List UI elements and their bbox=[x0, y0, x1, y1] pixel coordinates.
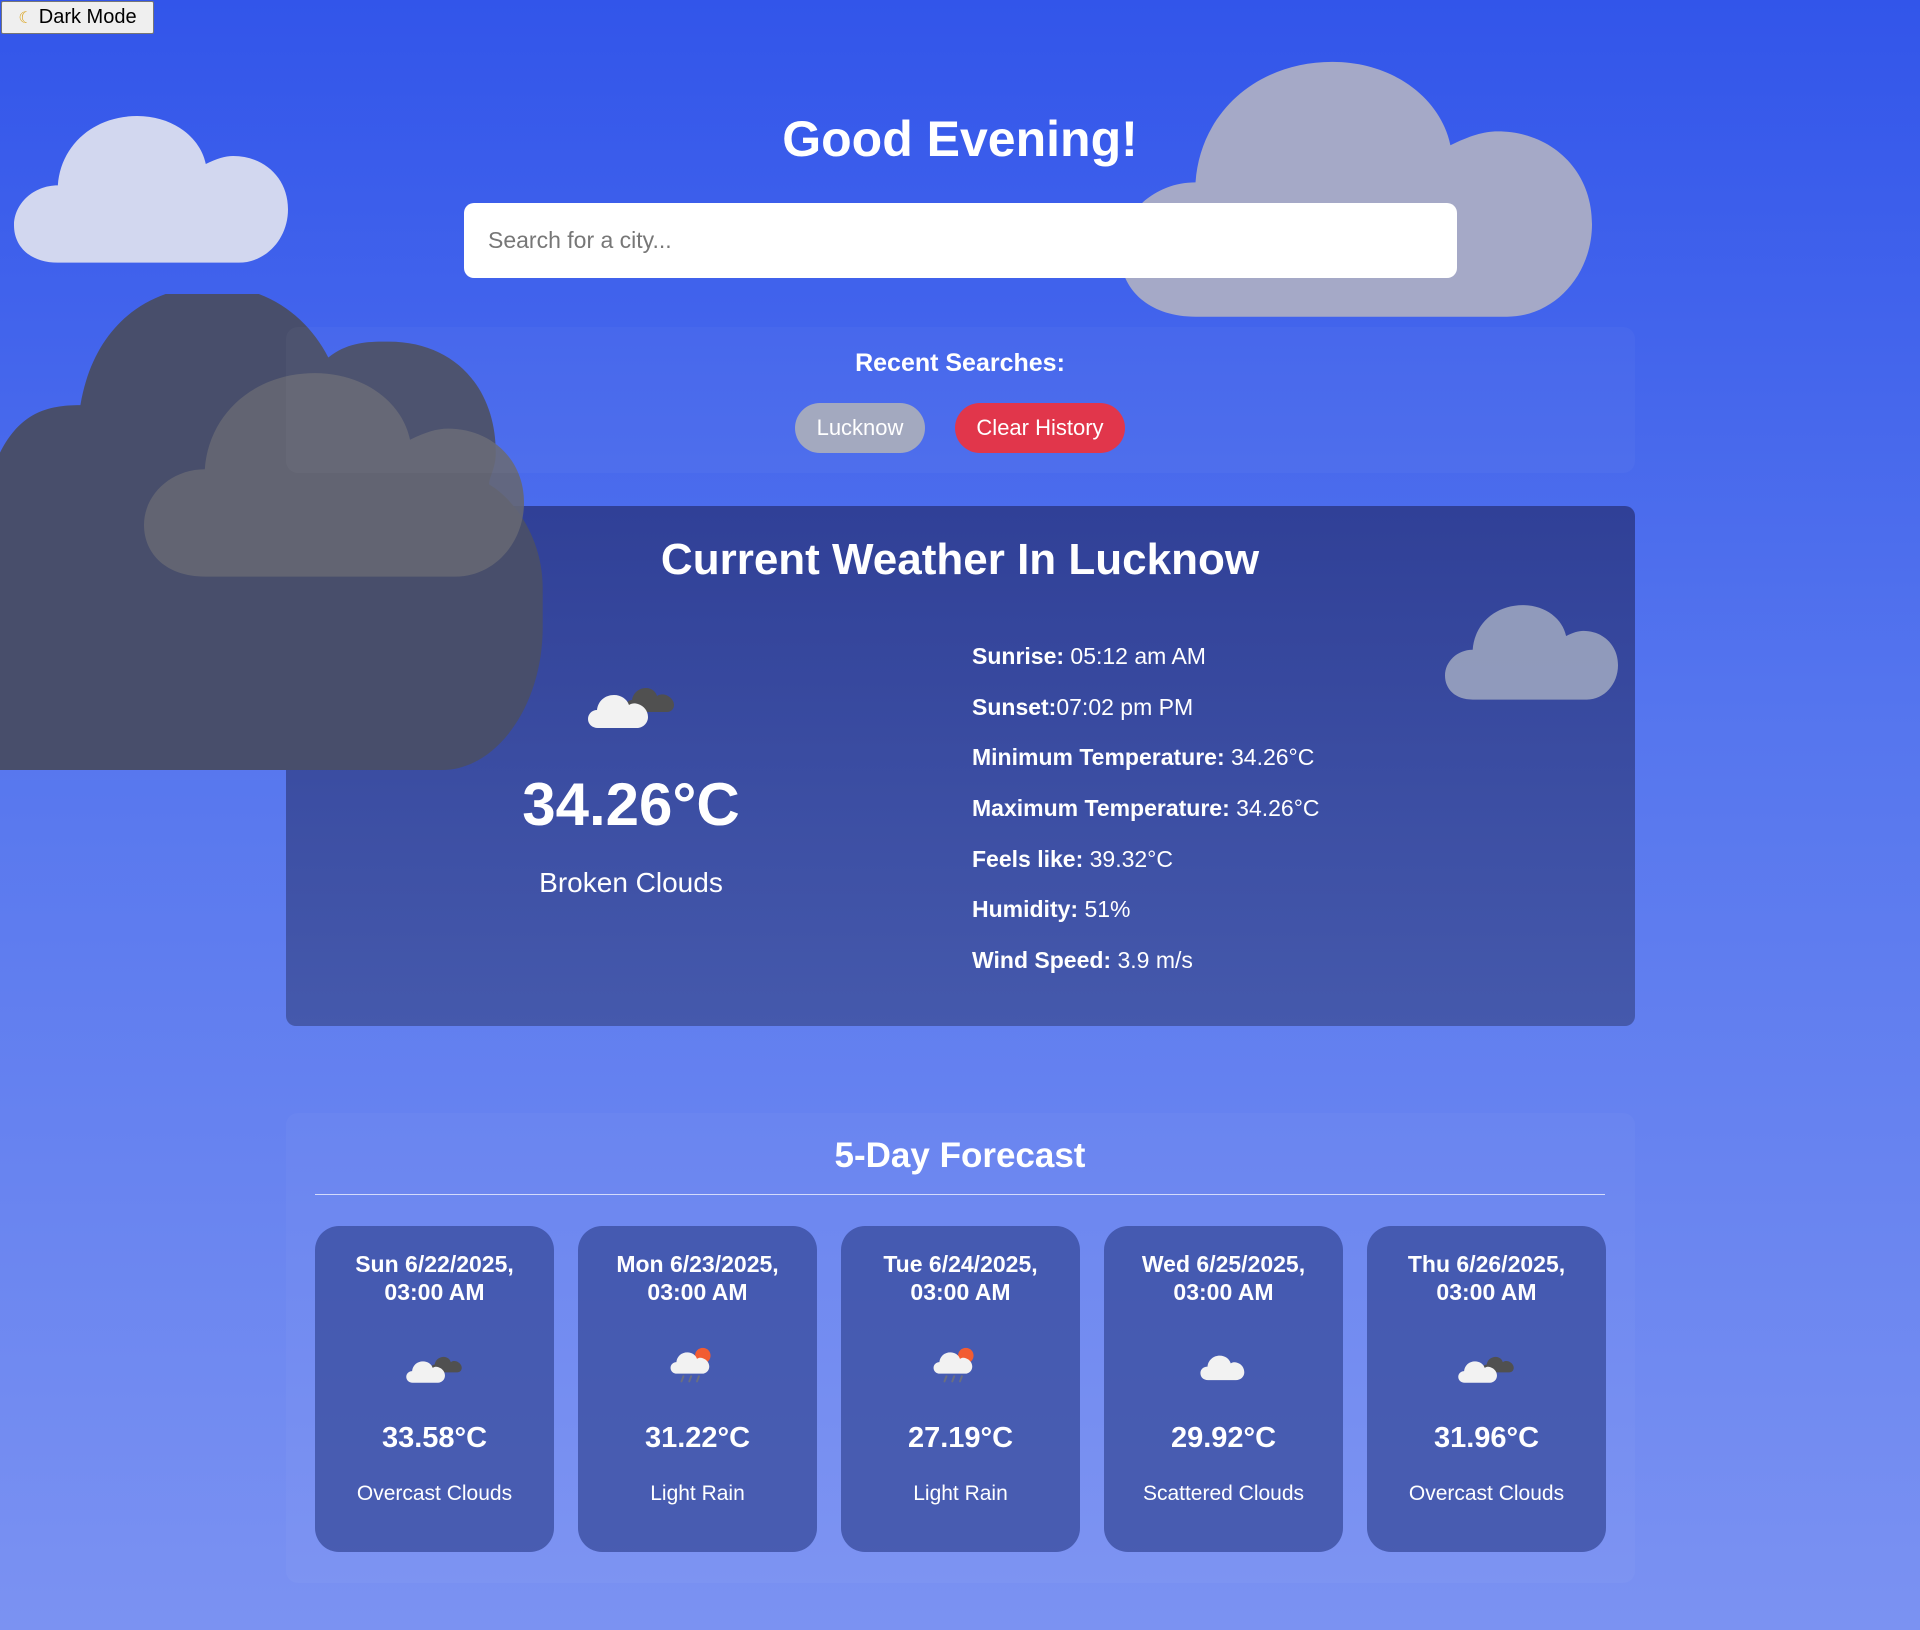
dark-mode-button[interactable]: ☾ Dark Mode bbox=[1, 1, 154, 34]
forecast-card: Sun 6/22/2025, 03:00 AM 33.58°C Overcast… bbox=[315, 1226, 554, 1552]
detail-label: Minimum Temperature: bbox=[972, 744, 1225, 771]
forecast-card: Wed 6/25/2025, 03:00 AM 29.92°C Scattere… bbox=[1104, 1226, 1343, 1552]
forecast-date: Wed 6/25/2025, 03:00 AM bbox=[1141, 1251, 1306, 1305]
overcast-clouds-icon bbox=[406, 1344, 462, 1384]
light-rain-icon bbox=[932, 1344, 988, 1384]
forecast-temperature: 31.22°C bbox=[644, 1422, 751, 1454]
broken-clouds-icon bbox=[588, 668, 674, 730]
detail-sunset: Sunset:07:02 pm PM bbox=[972, 691, 1320, 742]
detail-value: 34.26°C bbox=[1224, 744, 1315, 771]
forecast-date: Sun 6/22/2025, 03:00 AM bbox=[355, 1251, 514, 1305]
forecast-temperature: 31.96°C bbox=[1433, 1422, 1540, 1454]
forecast-title: 5-Day Forecast bbox=[834, 1136, 1086, 1175]
detail-feels-like: Feels like: 39.32°C bbox=[972, 843, 1320, 894]
dark-mode-label: Dark Mode bbox=[38, 6, 137, 28]
detail-sunrise: Sunrise: 05:12 am AM bbox=[972, 640, 1320, 691]
detail-wind-speed: Wind Speed: 3.9 m/s bbox=[972, 944, 1320, 995]
detail-label: Feels like: bbox=[972, 845, 1084, 872]
detail-label: Sunrise: bbox=[972, 643, 1065, 669]
forecast-description: Light Rain bbox=[650, 1482, 745, 1505]
light-rain-icon bbox=[669, 1344, 725, 1384]
detail-label: Maximum Temperature: bbox=[972, 795, 1230, 822]
detail-value: 51% bbox=[1078, 896, 1131, 923]
forecast-temperature: 27.19°C bbox=[907, 1422, 1014, 1454]
clear-history-button[interactable]: Clear History bbox=[955, 403, 1125, 453]
forecast-card: Thu 6/26/2025, 03:00 AM 31.96°C Overcast… bbox=[1367, 1226, 1606, 1552]
forecast-card: Tue 6/24/2025, 03:00 AM 27.19°C Light Ra… bbox=[841, 1226, 1080, 1552]
forecast-divider bbox=[315, 1194, 1605, 1195]
forecast-description: Overcast Clouds bbox=[356, 1482, 513, 1505]
detail-value: 34.26°C bbox=[1229, 795, 1320, 822]
forecast-temperature: 33.58°C bbox=[381, 1422, 488, 1454]
recent-searches-title: Recent Searches: bbox=[855, 349, 1065, 377]
forecast-list: Sun 6/22/2025, 03:00 AM 33.58°C Overcast… bbox=[315, 1226, 1606, 1552]
current-description: Broken Clouds bbox=[539, 867, 723, 898]
scattered-clouds-icon bbox=[1195, 1344, 1251, 1384]
recent-search-chip[interactable]: Lucknow bbox=[795, 403, 925, 453]
greeting-heading: Good Evening! bbox=[782, 111, 1138, 167]
forecast-temperature: 29.92°C bbox=[1170, 1422, 1277, 1454]
forecast-date: Thu 6/26/2025, 03:00 AM bbox=[1407, 1251, 1566, 1305]
current-temperature: 34.26°C bbox=[522, 771, 740, 838]
forecast-description: Light Rain bbox=[913, 1482, 1008, 1505]
city-search-input[interactable] bbox=[464, 203, 1457, 278]
forecast-date: Mon 6/23/2025, 03:00 AM bbox=[616, 1251, 779, 1305]
detail-value: 05:12 am AM bbox=[1064, 643, 1206, 669]
detail-value: 3.9 m/s bbox=[1111, 947, 1193, 974]
forecast-date: Tue 6/24/2025, 03:00 AM bbox=[883, 1251, 1038, 1305]
detail-value: 39.32°C bbox=[1083, 845, 1173, 872]
detail-label: Sunset: bbox=[972, 693, 1057, 720]
current-weather-title: Current Weather In Lucknow bbox=[660, 535, 1260, 584]
moon-icon: ☾ bbox=[18, 9, 33, 27]
forecast-description: Scattered Clouds bbox=[1142, 1482, 1305, 1505]
overcast-clouds-icon bbox=[1458, 1344, 1514, 1384]
detail-max-temperature: Maximum Temperature: 34.26°C bbox=[972, 792, 1320, 843]
detail-value: 07:02 pm PM bbox=[1056, 693, 1194, 720]
weather-details-list: Sunrise: 05:12 am AM Sunset:07:02 pm PM … bbox=[972, 640, 1320, 995]
background-cloud-icon bbox=[1120, 48, 1592, 326]
forecast-description: Overcast Clouds bbox=[1408, 1482, 1565, 1505]
forecast-card: Mon 6/23/2025, 03:00 AM 31.22°C Light Ra… bbox=[578, 1226, 817, 1552]
detail-humidity: Humidity: 51% bbox=[972, 893, 1320, 944]
detail-label: Wind Speed: bbox=[972, 947, 1112, 974]
detail-min-temperature: Minimum Temperature: 34.26°C bbox=[972, 741, 1320, 792]
detail-label: Humidity: bbox=[972, 896, 1079, 923]
